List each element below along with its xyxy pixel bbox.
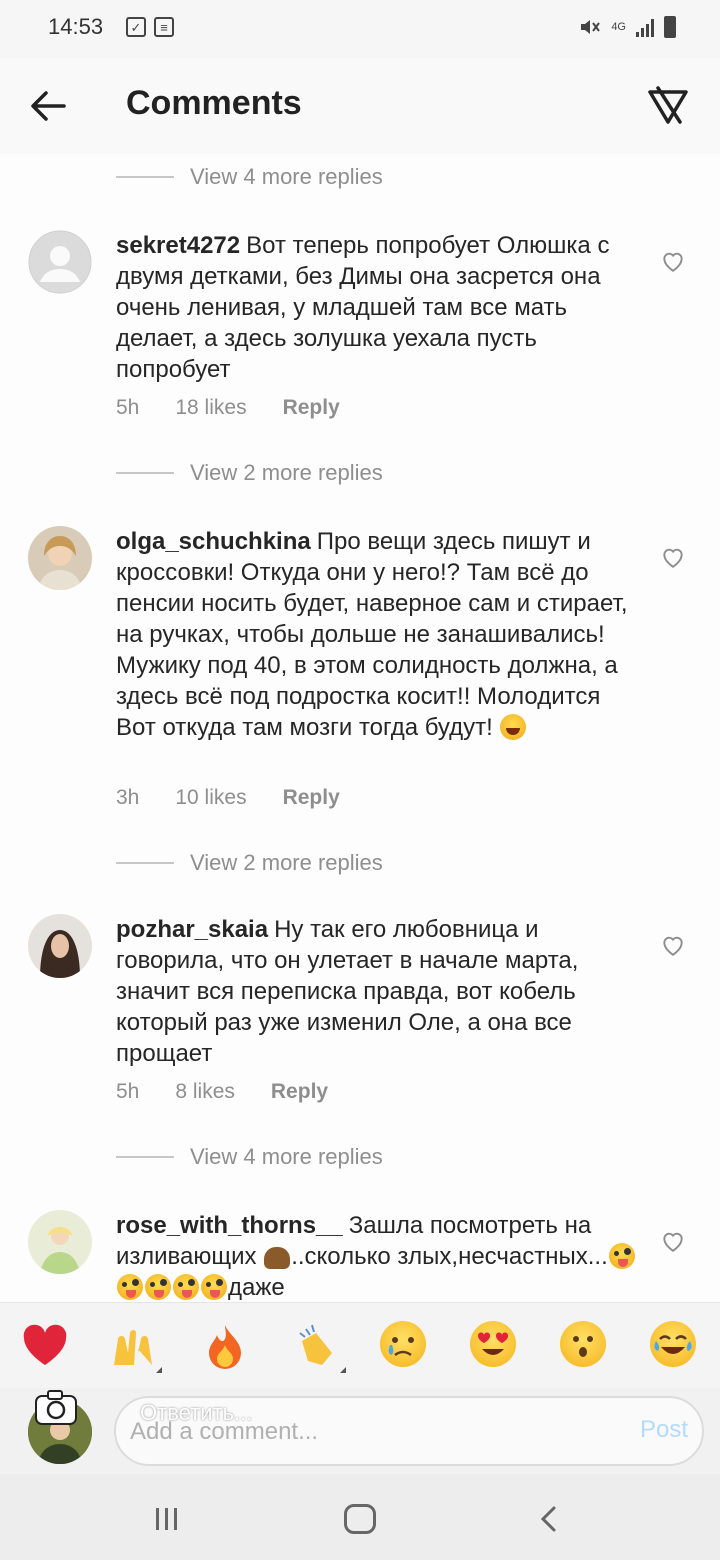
comment-text: olga_schuchkina Про вещи здесь пишут и кр… bbox=[116, 528, 628, 741]
divider bbox=[116, 176, 174, 178]
heart-eyes-icon[interactable] bbox=[470, 1321, 520, 1371]
raising-hands-icon[interactable] bbox=[108, 1321, 162, 1373]
view-more-replies[interactable]: View 4 more replies bbox=[116, 1144, 383, 1170]
laughing-emoji-icon bbox=[500, 714, 527, 740]
user-photo-avatar bbox=[28, 526, 92, 590]
status-notification-icons: ✓ ≡ bbox=[126, 17, 174, 37]
home-icon[interactable] bbox=[344, 1504, 376, 1534]
comments-list: View 4 more replies sekret4272 Вот теперь… bbox=[0, 154, 720, 1302]
user-photo-avatar bbox=[28, 1210, 92, 1274]
camera-icon[interactable] bbox=[34, 1388, 78, 1428]
comment-likes[interactable]: 18 likes bbox=[175, 396, 246, 420]
avatar[interactable] bbox=[28, 526, 92, 590]
status-bar: 14:53 ✓ ≡ 4G bbox=[0, 0, 720, 58]
mute-icon bbox=[581, 20, 601, 34]
system-nav-bar bbox=[0, 1474, 720, 1560]
comment-username[interactable]: olga_schuchkina bbox=[116, 528, 311, 555]
like-heart-icon[interactable] bbox=[660, 932, 686, 958]
recent-apps-icon[interactable] bbox=[156, 1508, 177, 1530]
checkbox-notification-icon: ✓ bbox=[126, 17, 146, 37]
comment-meta: 5h 8 likes Reply bbox=[116, 1080, 328, 1104]
reply-button[interactable]: Reply bbox=[283, 396, 340, 420]
clapping-hands-icon[interactable] bbox=[292, 1321, 346, 1373]
like-heart-icon[interactable] bbox=[660, 248, 686, 274]
reply-button[interactable]: Reply bbox=[283, 786, 340, 810]
comment-username[interactable]: sekret4272 bbox=[116, 232, 240, 259]
reply-button[interactable]: Reply bbox=[271, 1080, 328, 1104]
comment-text: sekret4272 Вот теперь попробует Олюшка с … bbox=[116, 232, 610, 383]
image-notification-icon: ≡ bbox=[154, 17, 174, 37]
battery-icon bbox=[664, 16, 676, 38]
comment-username[interactable]: pozhar_skaia bbox=[116, 916, 268, 943]
zany-face-emoji-icon bbox=[173, 1274, 199, 1300]
post-button[interactable]: Post bbox=[640, 1416, 688, 1444]
comment-text: rose_with_thorns__ Зашла посмотреть на из… bbox=[116, 1210, 636, 1302]
signal-icon bbox=[636, 17, 654, 37]
like-heart-icon[interactable] bbox=[660, 1228, 686, 1254]
arrow-left-icon[interactable] bbox=[24, 82, 72, 130]
nav-back-icon[interactable] bbox=[534, 1504, 564, 1534]
comment-meta: 5h 18 likes Reply bbox=[116, 396, 340, 420]
quick-reactions-bar bbox=[0, 1302, 720, 1388]
comment-time: 5h bbox=[116, 396, 140, 419]
network-type-label: 4G bbox=[611, 21, 626, 33]
comment-meta: 3h 10 likes Reply bbox=[116, 786, 340, 810]
reply-overlay-text: Ответить... bbox=[140, 1400, 253, 1425]
fire-icon[interactable] bbox=[200, 1321, 250, 1371]
status-time: 14:53 bbox=[48, 14, 104, 39]
user-photo-avatar bbox=[28, 914, 92, 978]
poop-emoji-icon bbox=[264, 1247, 291, 1269]
default-avatar-icon bbox=[28, 230, 92, 294]
zany-face-emoji-icon bbox=[145, 1274, 171, 1300]
page-title: Comments bbox=[126, 84, 302, 122]
astonished-face-icon[interactable] bbox=[560, 1321, 610, 1371]
comment-time: 3h bbox=[116, 786, 140, 809]
divider bbox=[116, 472, 174, 474]
comment-likes[interactable]: 10 likes bbox=[175, 786, 246, 810]
comment-username[interactable]: rose_with_thorns__ bbox=[116, 1212, 343, 1239]
comments-header: Comments bbox=[0, 58, 720, 154]
send-filter-icon[interactable] bbox=[644, 82, 692, 130]
zany-face-emoji-icon bbox=[117, 1274, 143, 1300]
view-more-replies[interactable]: View 2 more replies bbox=[116, 850, 383, 876]
comment-input-area: Ответить... Post bbox=[0, 1388, 720, 1474]
zany-face-emoji-icon bbox=[608, 1243, 635, 1269]
comment-text: pozhar_skaia Ну так его любовница и говор… bbox=[116, 916, 579, 1067]
crying-face-icon[interactable] bbox=[380, 1321, 430, 1371]
divider bbox=[116, 1156, 174, 1158]
avatar[interactable] bbox=[28, 914, 92, 978]
comment-time: 5h bbox=[116, 1080, 140, 1103]
comment-likes[interactable]: 8 likes bbox=[175, 1080, 235, 1104]
avatar[interactable] bbox=[28, 1210, 92, 1274]
zany-face-emoji-icon bbox=[201, 1274, 227, 1300]
red-heart-icon[interactable] bbox=[20, 1321, 70, 1371]
tears-of-joy-icon[interactable] bbox=[650, 1321, 700, 1371]
like-heart-icon[interactable] bbox=[660, 544, 686, 570]
view-more-replies[interactable]: View 2 more replies bbox=[116, 460, 383, 486]
avatar[interactable] bbox=[28, 230, 92, 294]
divider bbox=[116, 862, 174, 864]
view-more-replies[interactable]: View 4 more replies bbox=[116, 164, 383, 190]
status-system-icons: 4G bbox=[579, 16, 676, 38]
comment-input-box: Ответить... Post bbox=[114, 1396, 704, 1466]
